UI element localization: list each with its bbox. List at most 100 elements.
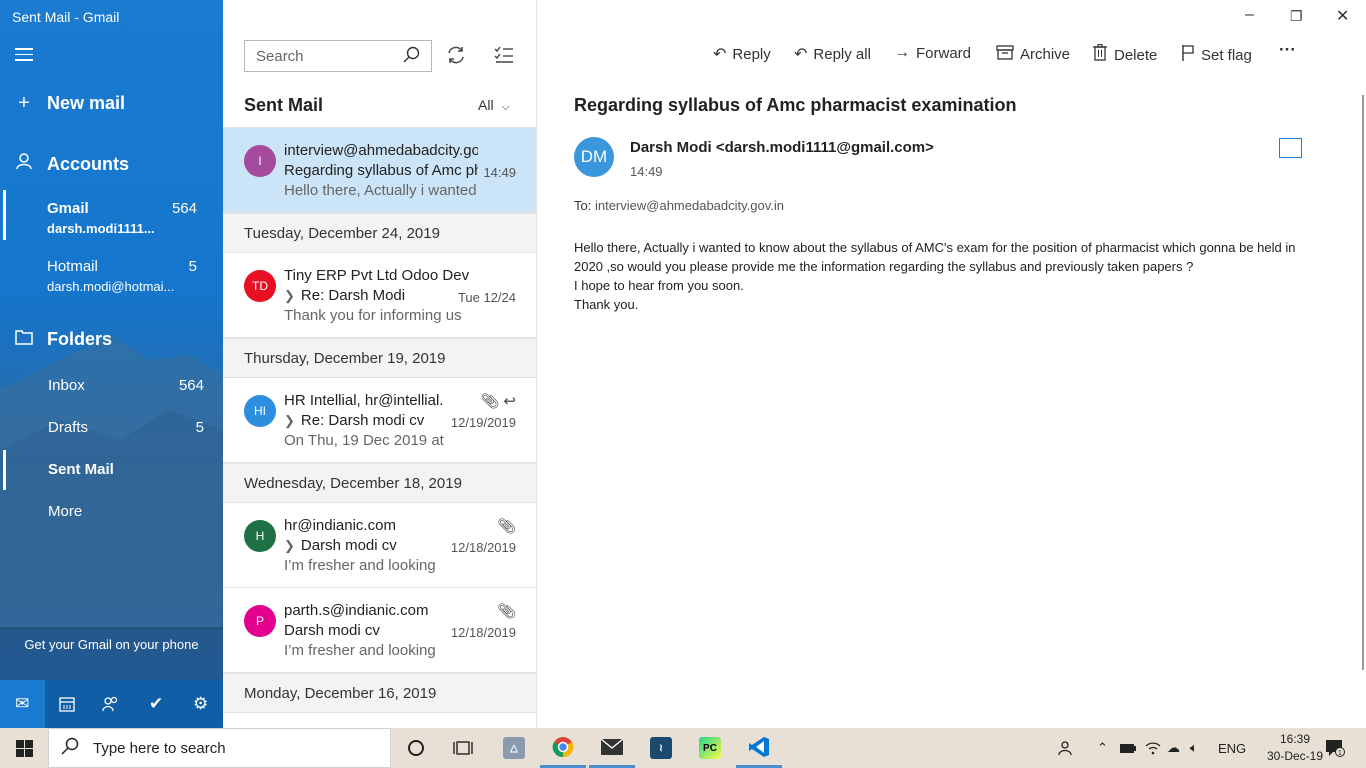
- onedrive-cloud-icon[interactable]: ☁: [1167, 728, 1180, 768]
- close-icon[interactable]: ✕: [1336, 6, 1349, 26]
- minimize-icon[interactable]: –: [1245, 6, 1254, 24]
- sender-avatar: DM: [574, 137, 614, 177]
- message-subject: ❯ Darsh modi cv: [284, 537, 444, 554]
- avatar-initials: HI: [254, 404, 266, 418]
- message-toolbar: ↶ Reply ↶ Reply all → Forward Archive Delet…: [537, 40, 1366, 70]
- trash-icon: [1092, 43, 1108, 66]
- reply-all-button[interactable]: ↶ Reply all: [794, 44, 871, 64]
- delete-label: Delete: [1114, 46, 1158, 64]
- new-mail-button[interactable]: + New mail: [0, 92, 223, 115]
- message-time: 12/18/2019: [450, 540, 516, 555]
- recipients-line: To: interview@ahmedabadcity.gov.in: [574, 198, 784, 213]
- avatar: HI: [244, 395, 276, 427]
- volume-icon[interactable]: 🔈︎: [1190, 728, 1198, 768]
- message-sender: Tiny ERP Pvt Ltd Odoo Dev: [284, 267, 470, 284]
- folder-name: Drafts: [48, 419, 89, 436]
- hamburger-menu-icon[interactable]: [15, 48, 33, 62]
- message-subject: Regarding syllabus of Amc pharmacist exa…: [284, 162, 478, 179]
- email-subject: Regarding syllabus of Amc pharmacist exa…: [574, 95, 1017, 115]
- list-item[interactable]: I interview@ahmedabadcity.gov.in Regardi…: [223, 128, 536, 213]
- mail-icon[interactable]: ✉: [0, 680, 45, 728]
- message-time: 12/18/2019: [450, 625, 516, 640]
- battery-icon[interactable]: [1119, 728, 1137, 768]
- archive-button[interactable]: Archive: [996, 44, 1070, 65]
- body-paragraph: Hello there, Actually i wanted to know a…: [574, 240, 1296, 274]
- accounts-button[interactable]: Accounts: [0, 152, 223, 176]
- folder-drafts[interactable]: Drafts 5: [48, 419, 204, 436]
- list-item[interactable]: H hr@indianic.com 📎︎ ❯ Darsh modi cv I’m …: [223, 503, 536, 588]
- list-item[interactable]: HI HR Intellial, hr@intellial.com 📎︎ ↩ ❯…: [223, 378, 536, 463]
- active-account-indicator: [3, 190, 6, 240]
- restore-icon[interactable]: ❐: [1290, 8, 1303, 25]
- folder-sent-mail[interactable]: Sent Mail: [48, 461, 204, 478]
- message-time: 14:49: [483, 165, 516, 180]
- filter-value: All: [478, 97, 494, 113]
- forward-button[interactable]: → Forward: [894, 44, 971, 62]
- sender-name[interactable]: Darsh Modi <darsh.modi1111@gmail.com>: [630, 139, 934, 156]
- set-flag-button[interactable]: Set flag: [1181, 44, 1252, 67]
- vscode-icon[interactable]: [736, 728, 782, 768]
- chevron-up-icon[interactable]: ⌃: [1097, 728, 1108, 768]
- avatar-initials: TD: [252, 279, 268, 293]
- calendar-icon[interactable]: [45, 680, 90, 728]
- reply-all-label: Reply all: [813, 45, 871, 63]
- replied-icon: ↩: [503, 393, 516, 410]
- avatar: H: [244, 520, 276, 552]
- archive-box-icon: [996, 44, 1014, 65]
- message-preview: On Thu, 19 Dec 2019 at: [284, 432, 444, 449]
- folder-more[interactable]: More: [48, 503, 204, 520]
- todo-icon[interactable]: ✔: [134, 680, 179, 728]
- unread-count: 564: [171, 200, 197, 217]
- mail-app-icon[interactable]: [589, 728, 635, 768]
- people-icon[interactable]: [89, 680, 134, 728]
- folders-button[interactable]: Folders: [0, 328, 223, 351]
- folder-icon: [14, 328, 34, 351]
- selection-mode-icon[interactable]: [493, 44, 515, 72]
- account-name: Gmail: [47, 200, 89, 217]
- active-folder-indicator: [3, 450, 6, 490]
- more-actions-button[interactable]: ···: [1279, 40, 1296, 60]
- flag-icon: [1181, 44, 1195, 67]
- chrome-icon[interactable]: [540, 728, 586, 768]
- date-group-header: Thursday, December 19, 2019: [223, 338, 536, 378]
- settings-gear-icon[interactable]: ⚙: [178, 680, 223, 728]
- date-group-header: Tuesday, December 24, 2019: [223, 213, 536, 253]
- window-title: Sent Mail - Gmail: [12, 9, 120, 25]
- message-preview: Thank you for informing us: [284, 307, 462, 324]
- reading-pane: – ❐ ✕ ↶ Reply ↶ Reply all → Forward Archive…: [537, 0, 1366, 728]
- avatar-initials: I: [258, 154, 262, 168]
- language-indicator[interactable]: ENG: [1218, 728, 1246, 768]
- search-icon: [61, 737, 79, 760]
- account-gmail[interactable]: Gmail 564 darsh.modi1111...: [47, 200, 197, 236]
- system-clock[interactable]: 16:39 30-Dec-19: [1265, 731, 1325, 765]
- sync-icon[interactable]: [445, 44, 467, 72]
- scrollbar[interactable]: [1362, 95, 1364, 670]
- delete-button[interactable]: Delete: [1092, 43, 1158, 66]
- wifi-icon[interactable]: [1145, 728, 1161, 768]
- recipient-address[interactable]: interview@ahmedabadcity.gov.in: [595, 198, 784, 213]
- search-input[interactable]: Search: [244, 40, 432, 72]
- pycharm-icon[interactable]: PC: [687, 728, 733, 768]
- task-view-icon[interactable]: [440, 728, 486, 768]
- reply-button[interactable]: ↶ Reply: [713, 44, 771, 64]
- open-in-new-window-icon[interactable]: [1279, 138, 1302, 158]
- account-hotmail[interactable]: Hotmail 5 darsh.modi@hotmai...: [47, 258, 197, 294]
- cortana-icon[interactable]: [393, 728, 439, 768]
- get-gmail-on-phone-link[interactable]: Get your Gmail on your phone: [0, 627, 223, 680]
- taskbar-search-box[interactable]: Type here to search: [48, 728, 391, 768]
- body-paragraph: I hope to hear from you soon.: [574, 278, 744, 293]
- list-item[interactable]: TD Tiny ERP Pvt Ltd Odoo Dev ❯ Re: Darsh …: [223, 253, 536, 338]
- folder-inbox[interactable]: Inbox 564: [48, 377, 204, 394]
- search-icon[interactable]: [403, 46, 421, 69]
- app-switcher-bar: ✉ ✔ ⚙: [0, 680, 223, 728]
- action-center-icon[interactable]: 1: [1325, 728, 1345, 768]
- people-tray-icon[interactable]: [1058, 728, 1076, 768]
- photos-app-icon[interactable]: △: [491, 728, 537, 768]
- filter-dropdown[interactable]: All ⌵: [478, 97, 510, 114]
- message-sender: HR Intellial, hr@intellial.com: [284, 392, 444, 409]
- mysql-workbench-icon[interactable]: ≀: [638, 728, 684, 768]
- list-item[interactable]: P parth.s@indianic.com 📎︎ Darsh modi cv …: [223, 588, 536, 673]
- chevron-down-icon: ⌵: [501, 101, 510, 113]
- windows-start-icon[interactable]: [0, 728, 48, 768]
- account-email: darsh.modi1111...: [47, 221, 155, 236]
